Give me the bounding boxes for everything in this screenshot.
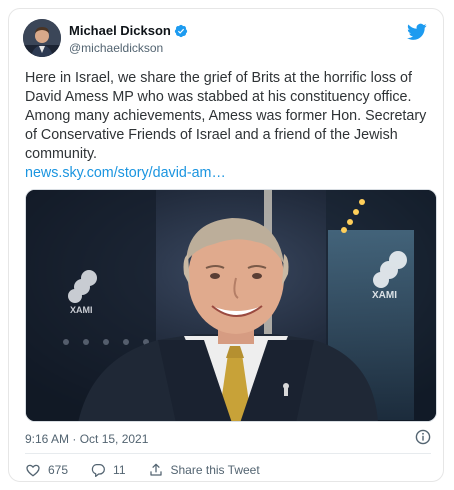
heart-icon bbox=[26, 464, 40, 477]
share-button[interactable]: Share this Tweet bbox=[148, 462, 260, 478]
info-icon[interactable] bbox=[415, 429, 431, 445]
tweet-actions: 675 11 Share this Tweet bbox=[25, 462, 282, 478]
tweet-card[interactable]: Michael Dickson @michaeldickson Here in … bbox=[8, 8, 444, 482]
xami-logo-left-text: XAMI bbox=[70, 305, 93, 315]
page: Michael Dickson @michaeldickson Here in … bbox=[0, 0, 454, 490]
author-name[interactable]: Michael Dickson bbox=[69, 23, 188, 38]
verified-badge-icon bbox=[174, 24, 187, 37]
reply-bubble-icon bbox=[91, 464, 105, 477]
tweet-text: Here in Israel, we share the grief of Br… bbox=[25, 69, 435, 183]
tweet-body: Here in Israel, we share the grief of Br… bbox=[25, 70, 427, 162]
article-link[interactable]: news.sky.com/story/david-am… bbox=[25, 164, 435, 183]
author-name-text[interactable]: Michael Dickson bbox=[69, 23, 171, 38]
xami-logo-right-text: XAMI bbox=[372, 290, 397, 301]
like-button[interactable]: 675 bbox=[25, 462, 68, 478]
avatar[interactable] bbox=[23, 19, 61, 57]
share-label: Share this Tweet bbox=[170, 463, 260, 477]
share-icon bbox=[149, 463, 162, 476]
reply-button[interactable]: 11 bbox=[90, 462, 126, 478]
reply-count: 11 bbox=[113, 463, 126, 477]
tweet-timestamp[interactable]: 9:16 AM · Oct 15, 2021 bbox=[25, 432, 148, 446]
author-handle[interactable]: @michaeldickson bbox=[69, 41, 163, 55]
divider bbox=[25, 453, 431, 454]
tweet-photo[interactable]: XAMI XAMI bbox=[25, 189, 437, 422]
twitter-bird-icon[interactable] bbox=[407, 23, 427, 41]
like-count: 675 bbox=[48, 463, 69, 477]
